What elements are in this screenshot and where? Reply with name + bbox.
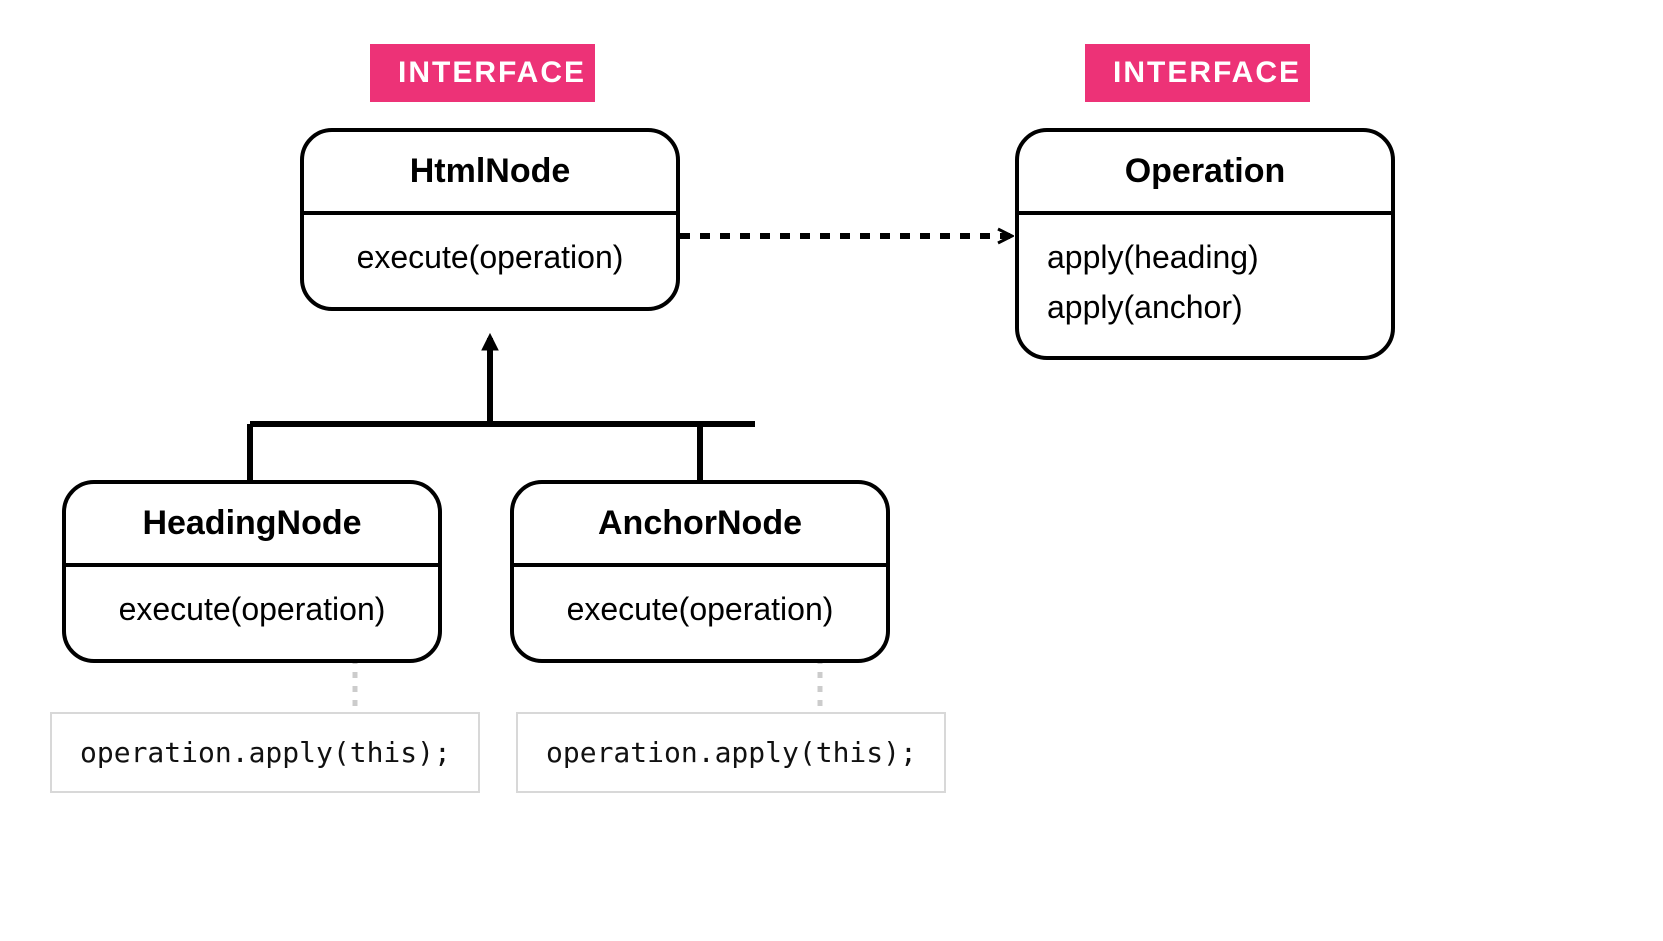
operation-method-1: apply(heading) xyxy=(1047,233,1363,283)
operation-method-2: apply(anchor) xyxy=(1047,283,1363,333)
htmlnode-box: HtmlNode execute(operation) xyxy=(300,128,680,311)
connectors xyxy=(0,0,1663,941)
operation-title: Operation xyxy=(1019,132,1391,215)
operation-box: Operation apply(heading) apply(anchor) xyxy=(1015,128,1395,360)
anchornode-box: AnchorNode execute(operation) xyxy=(510,480,890,663)
interface-badge-left: INTERFACE xyxy=(370,44,595,102)
anchornode-note: operation.apply(this); xyxy=(516,712,946,793)
interface-badge-right: INTERFACE xyxy=(1085,44,1310,102)
anchornode-title: AnchorNode xyxy=(514,484,886,567)
anchornode-method: execute(operation) xyxy=(514,567,886,659)
headingnode-box: HeadingNode execute(operation) xyxy=(62,480,442,663)
htmlnode-title: HtmlNode xyxy=(304,132,676,215)
headingnode-title: HeadingNode xyxy=(66,484,438,567)
htmlnode-method: execute(operation) xyxy=(304,215,676,307)
headingnode-method: execute(operation) xyxy=(66,567,438,659)
headingnode-note: operation.apply(this); xyxy=(50,712,480,793)
operation-methods: apply(heading) apply(anchor) xyxy=(1019,215,1391,356)
uml-diagram: INTERFACE INTERFACE HtmlNode execute(ope… xyxy=(0,0,1663,941)
